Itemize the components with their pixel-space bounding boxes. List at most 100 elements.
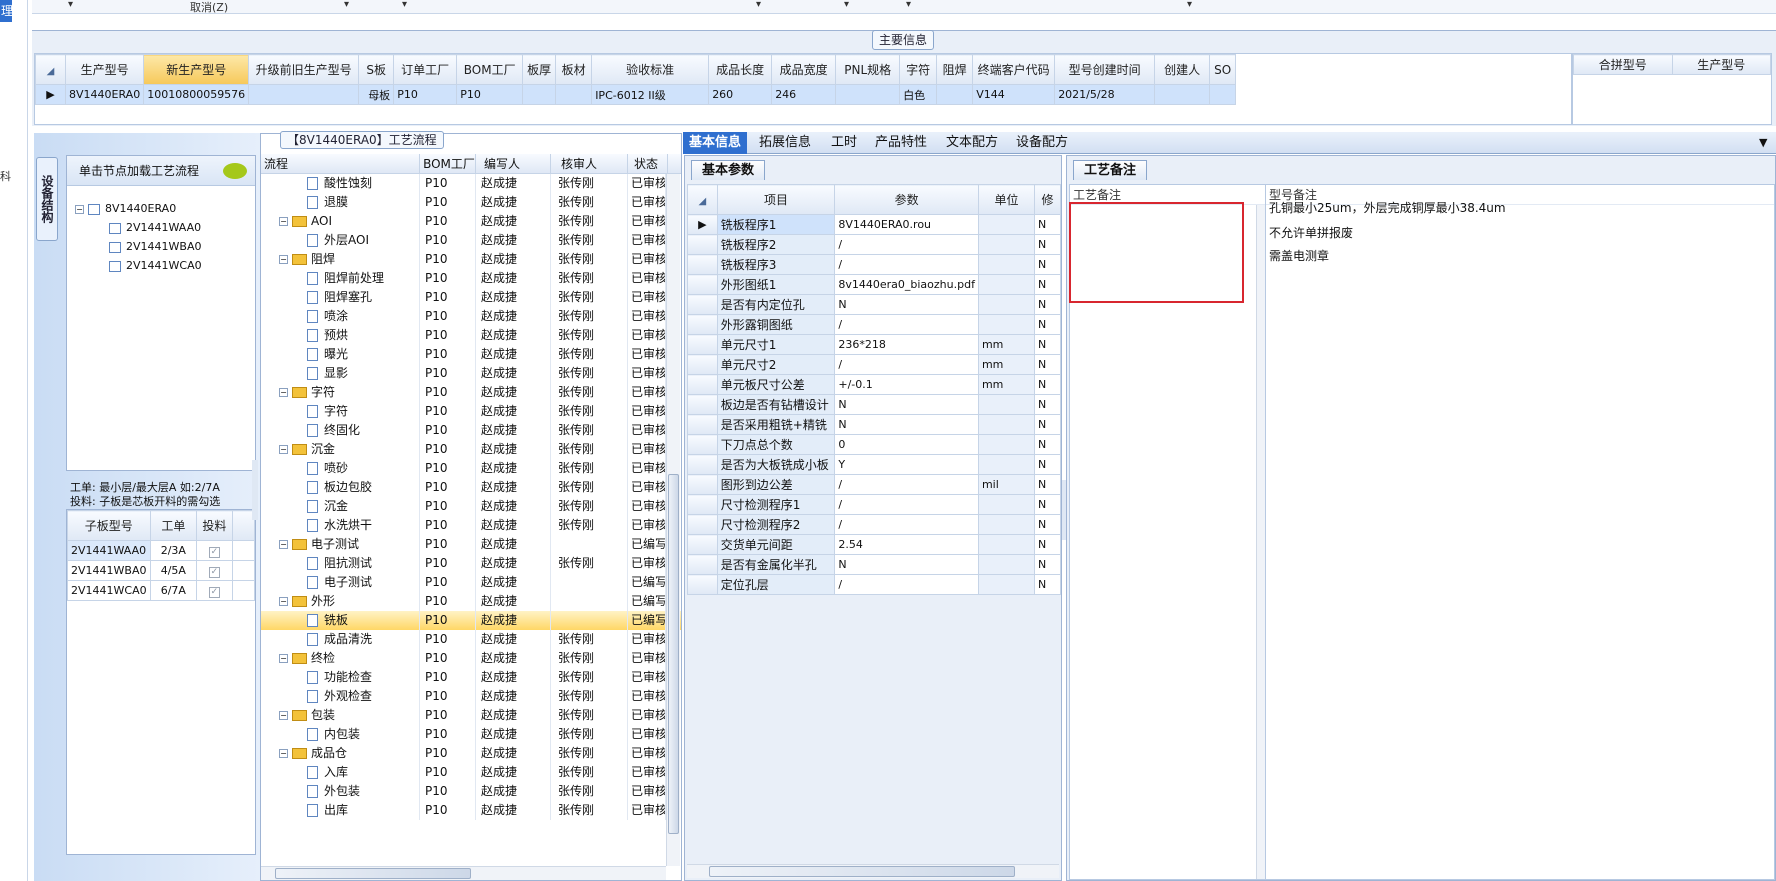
mod-cell[interactable]: N <box>1034 294 1061 315</box>
horizontal-scrollbar[interactable] <box>261 866 666 880</box>
table-row[interactable]: 单元板尺寸公差 +/-0.1 mm N <box>687 374 1061 395</box>
table-row[interactable]: 板边是否有钻槽设计 N N <box>687 394 1061 415</box>
cell[interactable]: 246 <box>771 84 837 105</box>
cell[interactable]: 2V1441WCA0 <box>67 580 151 601</box>
col-header[interactable]: 状态 <box>628 154 668 173</box>
table-row[interactable]: 尺寸检测程序1/ N <box>687 494 1061 515</box>
flow-step-row[interactable]: 显影 P10 赵成捷 张传刚 已审核 <box>261 364 681 383</box>
collapse-icon[interactable]: − <box>279 749 288 758</box>
flow-step-row[interactable]: 喷砂 P10 赵成捷 张传刚 已审核 <box>261 459 681 478</box>
flow-step-row[interactable]: 曝光 P10 赵成捷 张传刚 已审核 <box>261 345 681 364</box>
col-header[interactable]: 字符 <box>899 54 938 85</box>
flow-group-row[interactable]: − 外形 P10 赵成捷 已编写 <box>261 592 681 611</box>
mod-cell[interactable]: N <box>1034 254 1061 275</box>
value-cell[interactable]: / <box>834 354 979 375</box>
value-cell[interactable]: N <box>834 554 979 575</box>
table-row[interactable]: 尺寸检测程序2/ N <box>687 514 1061 535</box>
value-cell[interactable]: Y <box>834 454 979 475</box>
col-header[interactable]: 成品长度 <box>708 54 773 85</box>
cell[interactable] <box>1154 84 1211 105</box>
mod-cell[interactable]: N <box>1034 234 1061 255</box>
table-row[interactable]: 外形露铜图纸 / N <box>687 314 1061 335</box>
col-header[interactable]: 订单工厂 <box>393 54 458 85</box>
mod-cell[interactable]: N <box>1034 434 1061 455</box>
col-header[interactable]: 生产型号 <box>1671 54 1771 75</box>
flow-group-row[interactable]: − 成品仓 P10 赵成捷 张传刚 已审核 <box>261 744 681 763</box>
checkbox-feed[interactable]: ✓ <box>196 540 233 561</box>
nav-item-text[interactable]: 科 <box>0 168 11 184</box>
collapse-icon[interactable]: − <box>279 255 288 264</box>
cell[interactable]: 2V1441WAA0 <box>67 540 151 561</box>
flow-step-row[interactable]: 出库 P10 赵成捷 张传刚 已审核 <box>261 801 681 820</box>
flow-group-row[interactable]: − 包装 P10 赵成捷 张传刚 已审核 <box>261 706 681 725</box>
value-cell[interactable]: N <box>834 394 979 415</box>
cell[interactable]: P10 <box>456 84 524 105</box>
col-header[interactable]: 创建人 <box>1154 54 1211 85</box>
col-header[interactable]: 阻焊 <box>936 54 974 85</box>
value-cell[interactable]: +/-0.1 <box>834 374 979 395</box>
value-cell[interactable]: / <box>834 574 979 595</box>
col-header[interactable]: S板 <box>358 54 395 85</box>
model-remarks-text[interactable]: 孔铜最小25um，外层完成铜厚最小38.4um 不允许单拼报废 需盖电测章 <box>1266 201 1774 268</box>
cell[interactable] <box>835 84 901 105</box>
col-header[interactable]: PNL规格 <box>835 54 901 85</box>
flow-step-row[interactable]: 阻焊前处理 P10 赵成捷 张传刚 已审核 <box>261 269 681 288</box>
dropdown-arrow-icon[interactable]: ▾ <box>402 0 407 10</box>
model-remarks-box[interactable]: 型号备注 孔铜最小25um，外层完成铜厚最小38.4um 不允许单拼报废 需盖电… <box>1265 184 1775 880</box>
tab-equipment-recipe[interactable]: 设备配方 <box>1010 132 1074 154</box>
table-row[interactable]: 铣板程序2/ N <box>687 234 1061 255</box>
flow-step-row[interactable]: 酸性蚀刻 P10 赵成捷 张传刚 已审核 <box>261 174 681 193</box>
mod-cell[interactable]: N <box>1034 514 1061 535</box>
value-cell[interactable]: 8V1440ERA0.rou <box>834 214 979 235</box>
flow-group-row[interactable]: − 电子测试 P10 赵成捷 已编写 <box>261 535 681 554</box>
cell[interactable]: 4/5A <box>149 560 198 581</box>
col-header[interactable]: 板材 <box>555 54 593 85</box>
mod-cell[interactable]: N <box>1034 474 1061 495</box>
mod-cell[interactable]: N <box>1034 394 1061 415</box>
col-header[interactable]: 工单 <box>149 510 198 541</box>
subtab-process-remarks[interactable]: 工艺备注 <box>1073 160 1148 180</box>
value-cell[interactable]: / <box>834 474 979 495</box>
flow-step-row[interactable]: 入库 P10 赵成捷 张传刚 已审核 <box>261 763 681 782</box>
cell[interactable]: 6/7A <box>149 580 198 601</box>
table-row[interactable]: 2V1441WCA0 6/7A ✓ <box>67 580 256 601</box>
dropdown-arrow-icon[interactable]: ▾ <box>68 0 73 10</box>
table-row[interactable]: 单元尺寸2/mm N <box>687 354 1061 375</box>
flow-step-row[interactable]: 预烘 P10 赵成捷 张传刚 已审核 <box>261 326 681 345</box>
value-cell[interactable]: 8v1440era0_biaozhu.pdf <box>834 274 979 295</box>
flow-step-row[interactable]: 退膜 P10 赵成捷 张传刚 已审核 <box>261 193 681 212</box>
flow-step-row[interactable]: 喷涂 P10 赵成捷 张传刚 已审核 <box>261 307 681 326</box>
cancel-button[interactable]: 取消(Z) <box>190 0 228 15</box>
checkbox-feed[interactable]: ✓ <box>196 580 233 601</box>
flow-step-row[interactable]: 外层AOI P10 赵成捷 张传刚 已审核 <box>261 231 681 250</box>
flow-step-row[interactable]: 外观检查 P10 赵成捷 张传刚 已审核 <box>261 687 681 706</box>
flow-step-row[interactable]: 电子测试 P10 赵成捷 已编写 <box>261 573 681 592</box>
flow-step-row[interactable]: 字符 P10 赵成捷 张传刚 已审核 <box>261 402 681 421</box>
tree-node-root[interactable]: − 8V1440ERA0 <box>75 202 176 215</box>
tab-basic-info[interactable]: 基本信息 <box>683 132 748 154</box>
flow-step-row[interactable]: 阻抗测试 P10 赵成捷 张传刚 已审核 <box>261 554 681 573</box>
table-row[interactable]: 图形到边公差 / mil N <box>687 474 1061 495</box>
tab-device-structure[interactable]: 设备结构 <box>36 157 58 241</box>
cell[interactable]: 2/3A <box>149 540 198 561</box>
value-cell[interactable]: / <box>834 514 979 535</box>
table-row[interactable]: ▶ 铣板程序1 8V1440ERA0.rou N <box>687 214 1061 235</box>
value-cell[interactable]: / <box>834 314 979 335</box>
flow-step-row[interactable]: 铣板 P10 赵成捷 已编写 <box>261 611 681 630</box>
table-row[interactable]: ▶ 8V1440ERA0 10010800059576 母板 P10 P10 I… <box>35 84 1237 105</box>
mod-cell[interactable]: N <box>1034 574 1061 595</box>
mod-cell[interactable]: N <box>1034 334 1061 355</box>
col-header[interactable]: 修 <box>1034 184 1061 215</box>
flow-group-row[interactable]: − 沉金 P10 赵成捷 张传刚 已审核 <box>261 440 681 459</box>
cell[interactable] <box>248 84 360 105</box>
table-row[interactable]: 是否采用粗铣+精铣 N N <box>687 414 1061 435</box>
col-header[interactable]: 流程 <box>261 154 420 173</box>
collapse-icon[interactable]: − <box>279 388 288 397</box>
collapse-icon[interactable]: − <box>279 540 288 549</box>
cell[interactable] <box>1209 84 1237 105</box>
cell[interactable] <box>936 84 974 105</box>
value-cell[interactable]: 236*218 <box>834 334 979 355</box>
collapse-icon[interactable]: − <box>279 445 288 454</box>
tree-node-child[interactable]: 2V1441WAA0 <box>109 221 201 234</box>
flow-step-row[interactable]: 功能检查 P10 赵成捷 张传刚 已审核 <box>261 668 681 687</box>
